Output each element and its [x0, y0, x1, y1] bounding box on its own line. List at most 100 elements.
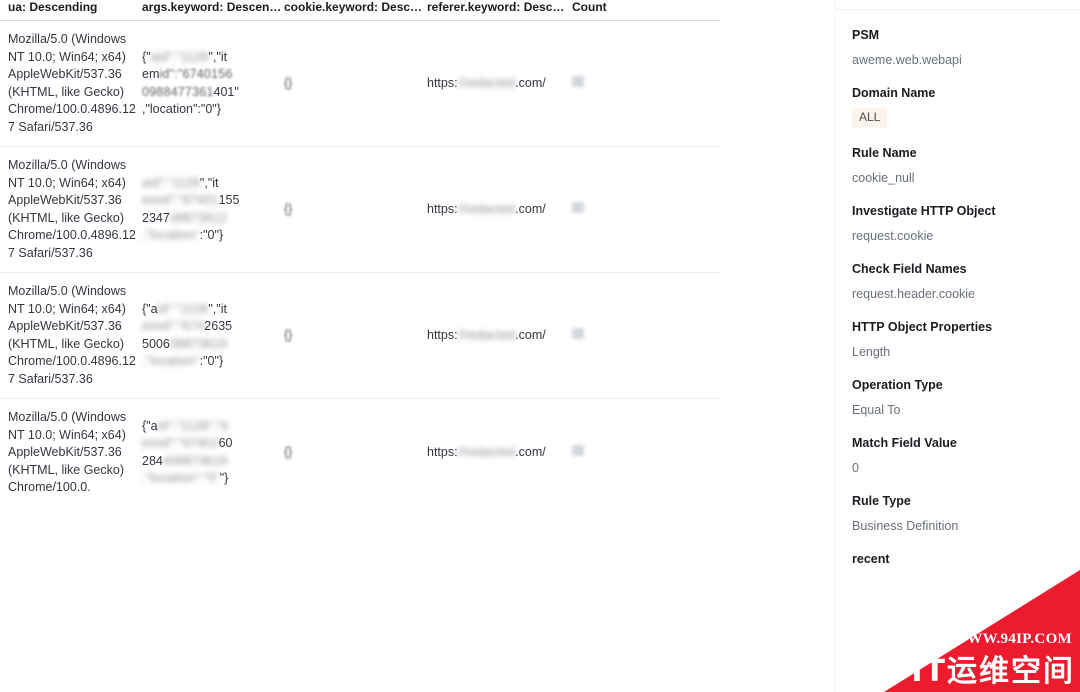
- table-body: Mozilla/5.0 (Windows NT 10.0; Win64; x64…: [0, 20, 720, 507]
- detail-field-list: PSM aweme.web.webapi Domain Name ALL Rul…: [836, 0, 1080, 567]
- args-redacted: 408873619: [162, 453, 228, 468]
- args-visible: 2347: [142, 210, 170, 225]
- table-row[interactable]: Mozilla/5.0 (Windows NT 10.0; Win64; x64…: [0, 399, 720, 507]
- cell-args: {"aid":"1128","it emid":"6740160 2844088…: [142, 399, 284, 507]
- args-redacted: 08873619: [169, 336, 228, 351]
- cell-cookie: {}: [284, 146, 427, 273]
- table-header: ua: Descending args.keyword: Descen… coo…: [0, 0, 720, 21]
- cell-referer: https://redacted.com/: [427, 146, 572, 273]
- cookie-value: {}: [284, 327, 293, 342]
- args-redacted: ,"location": [142, 354, 200, 368]
- args-line2-pre: em: [142, 67, 160, 81]
- field-value: Business Definition: [852, 519, 959, 533]
- column-header-args[interactable]: args.keyword: Descen…: [142, 0, 284, 21]
- field-label: Check Field Names: [852, 262, 967, 276]
- cell-count: [572, 146, 720, 273]
- referer-prefix: https:: [427, 201, 458, 216]
- field-value: cookie_null: [852, 171, 915, 185]
- args-redacted: 0988477361: [142, 84, 214, 99]
- table-header-row: ua: Descending args.keyword: Descen… coo…: [0, 0, 720, 21]
- field-label: Investigate HTTP Object: [852, 204, 996, 218]
- cell-args: {"aid":"1128","it emid":"6740156 0988477…: [142, 20, 284, 147]
- args-visible: 284: [142, 453, 163, 468]
- args-tail: ,"location":"0"}: [142, 102, 221, 116]
- args-visible: 2635: [204, 319, 233, 333]
- referer-prefix: https:: [427, 327, 458, 342]
- count-value-redacted: [572, 445, 584, 456]
- referer-suffix: .com/: [515, 445, 546, 459]
- referer-suffix: .com/: [515, 75, 546, 90]
- column-header-ua[interactable]: ua: Descending: [0, 0, 142, 21]
- detail-field-truncated: recent: [852, 551, 1064, 567]
- args-prefix: {": [142, 49, 151, 64]
- args-redacted: id":"1128: [157, 301, 209, 316]
- args-visible: ","it: [208, 49, 228, 64]
- args-visible: 5006: [142, 336, 170, 351]
- args-redacted: emid":"67401: [142, 193, 219, 207]
- table-row[interactable]: Mozilla/5.0 (Windows NT 10.0; Win64; x64…: [0, 272, 720, 399]
- detail-field-domain-name: Domain Name ALL: [852, 85, 1064, 128]
- column-header-count[interactable]: Count: [572, 0, 720, 21]
- args-visible: 155: [218, 193, 240, 207]
- count-value-redacted: [572, 327, 584, 339]
- cell-args: aid":"1128","it emid":"67401155 23470887…: [142, 146, 284, 273]
- cell-referer: https://redacted.com/: [427, 272, 572, 399]
- field-label: Operation Type: [852, 378, 943, 392]
- referer-suffix: .com/: [515, 201, 546, 216]
- args-redacted: emid":"674: [142, 319, 205, 333]
- detail-field-check-field-names: Check Field Names request.header.cookie: [852, 261, 1064, 302]
- detail-field-investigate-http-object: Investigate HTTP Object request.cookie: [852, 203, 1064, 244]
- args-tail: :"0"}: [199, 228, 224, 242]
- cell-referer: https://redacted.com/: [427, 20, 572, 147]
- args-redacted: 56: [218, 67, 233, 81]
- referer-redacted: //redacted: [457, 75, 516, 90]
- detail-field-psm: PSM aweme.web.webapi: [852, 27, 1064, 68]
- field-value: request.header.cookie: [852, 287, 976, 301]
- referer-redacted: //redacted: [457, 445, 516, 459]
- cell-count: [572, 272, 720, 399]
- cookie-value: {}: [284, 75, 293, 90]
- detail-field-rule-name: Rule Name cookie_null: [852, 145, 1064, 186]
- args-redacted: id":"1128","it: [157, 418, 228, 433]
- args-redacted: 08873612: [169, 210, 228, 225]
- detail-top-divider: [836, 9, 1080, 10]
- args-prefix: {"a: [142, 418, 158, 433]
- field-label: HTTP Object Properties: [852, 320, 993, 334]
- results-table-pane: ua: Descending args.keyword: Descen… coo…: [0, 0, 835, 692]
- domain-name-badge: ALL: [852, 108, 888, 128]
- referer-redacted: //redacted: [457, 201, 516, 216]
- args-tail: :"0"}: [199, 354, 224, 368]
- column-header-referer[interactable]: referer.keyword: Desc…: [427, 0, 572, 21]
- cell-cookie: {}: [284, 272, 427, 399]
- args-visible: 60: [218, 436, 233, 451]
- count-value-redacted: [572, 201, 584, 213]
- cell-count: [572, 399, 720, 507]
- cell-ua: Mozilla/5.0 (Windows NT 10.0; Win64; x64…: [0, 146, 142, 273]
- field-label: recent: [852, 552, 890, 566]
- column-header-cookie[interactable]: cookie.keyword: Desc…: [284, 0, 427, 21]
- args-visible: ","it: [199, 175, 219, 190]
- args-prefix: {"a: [142, 301, 158, 316]
- args-redacted: ,"location": [142, 228, 200, 242]
- cell-ua: Mozilla/5.0 (Windows NT 10.0; Win64; x64…: [0, 272, 142, 399]
- app-root: ua: Descending args.keyword: Descen… coo…: [0, 0, 1080, 692]
- table-row[interactable]: Mozilla/5.0 (Windows NT 10.0; Win64; x64…: [0, 146, 720, 273]
- args-visible: 401": [213, 84, 239, 99]
- cell-args: {"aid":"1128","it emid":"6742635 5006088…: [142, 272, 284, 399]
- cell-cookie: {}: [284, 20, 427, 147]
- field-label: Rule Type: [852, 494, 911, 508]
- cell-ua: Mozilla/5.0 (Windows NT 10.0; Win64; x64…: [0, 20, 142, 147]
- count-value-redacted: [572, 75, 584, 87]
- args-redacted: aid":"1128: [150, 49, 209, 64]
- cell-referer: https://redacted.com/: [427, 399, 572, 507]
- detail-field-rule-type: Rule Type Business Definition: [852, 493, 1064, 534]
- cookie-value: {}: [284, 445, 293, 459]
- field-value: aweme.web.webapi: [852, 53, 962, 67]
- detail-field-http-object-properties: HTTP Object Properties Length: [852, 319, 1064, 360]
- field-value: Length: [852, 345, 891, 359]
- field-label: PSM: [852, 28, 880, 42]
- args-visible: ","it: [208, 301, 227, 316]
- referer-prefix: https:: [427, 445, 458, 459]
- args-redacted: emid":"67401: [142, 436, 219, 451]
- table-row[interactable]: Mozilla/5.0 (Windows NT 10.0; Win64; x64…: [0, 20, 720, 147]
